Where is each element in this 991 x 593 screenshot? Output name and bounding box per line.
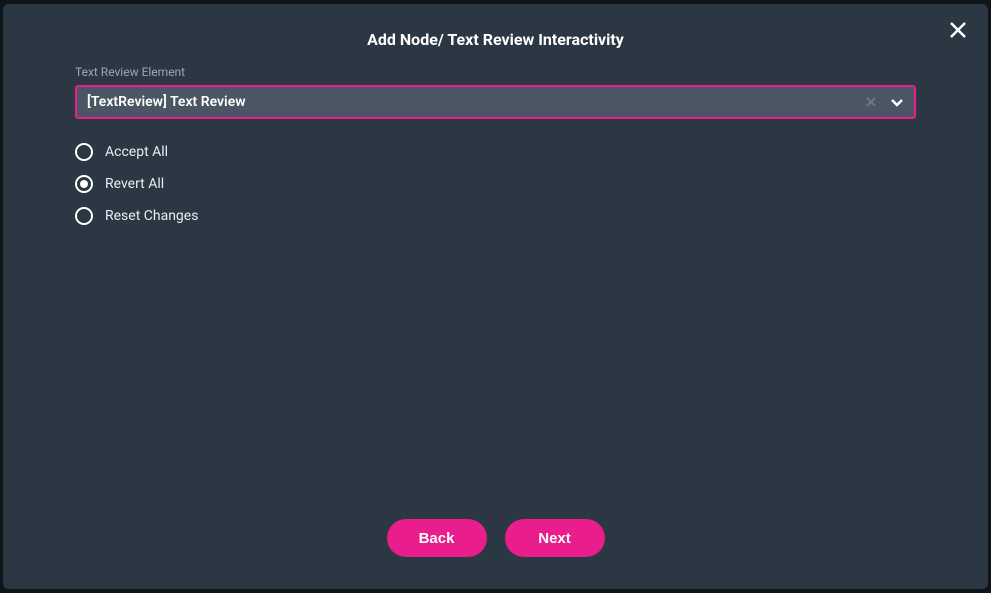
radio-label: Accept All [105, 144, 168, 160]
radio-label: Reset Changes [105, 208, 198, 224]
radio-dot-icon [80, 180, 88, 188]
chevron-down-icon [890, 97, 904, 107]
radio-option-accept-all[interactable]: Accept All [75, 143, 916, 161]
radio-option-reset-changes[interactable]: Reset Changes [75, 207, 916, 225]
text-review-select[interactable]: [TextReview] Text Review [75, 85, 916, 119]
field-label: Text Review Element [75, 65, 916, 79]
close-button[interactable] [946, 18, 970, 42]
dialog-content: Text Review Element [TextReview] Text Re… [3, 65, 988, 519]
dialog-title: Add Node/ Text Review Interactivity [3, 4, 988, 65]
x-icon [866, 97, 876, 107]
dialog-container: Add Node/ Text Review Interactivity Text… [3, 4, 988, 589]
radio-label: Revert All [105, 176, 164, 192]
dialog-footer: Back Next [3, 519, 988, 589]
select-dropdown-button[interactable] [882, 87, 912, 117]
back-button[interactable]: Back [387, 519, 487, 557]
radio-icon [75, 207, 93, 225]
select-value: [TextReview] Text Review [77, 94, 860, 110]
next-button[interactable]: Next [505, 519, 605, 557]
radio-option-revert-all[interactable]: Revert All [75, 175, 916, 193]
radio-group: Accept All Revert All Reset Changes [75, 143, 916, 225]
close-icon [949, 21, 967, 39]
radio-icon [75, 143, 93, 161]
radio-icon [75, 175, 93, 193]
select-clear-button[interactable] [860, 91, 882, 113]
